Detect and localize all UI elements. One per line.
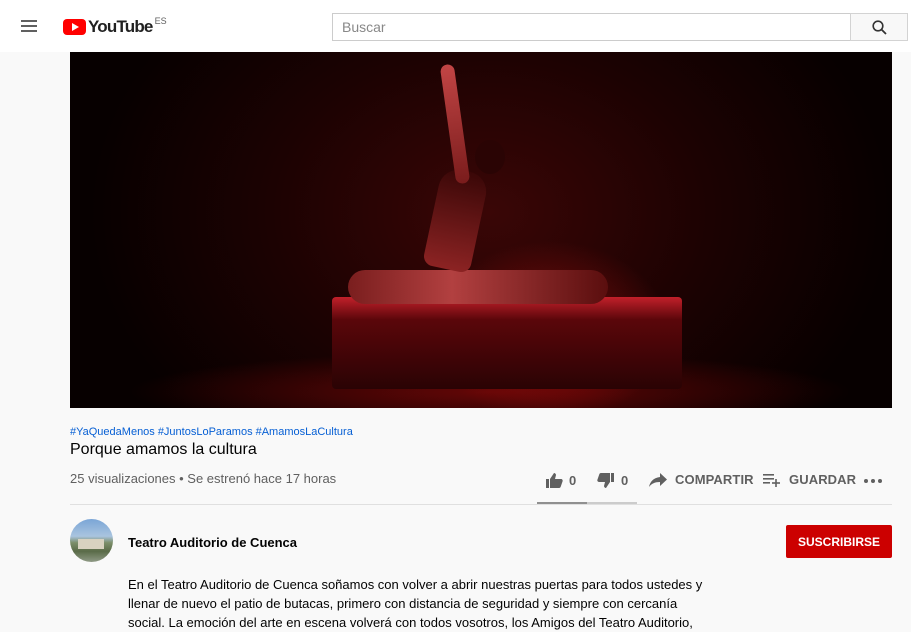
save-label: GUARDAR [789, 472, 857, 487]
thumb-down-icon [597, 473, 614, 488]
search-box [332, 13, 851, 41]
channel-name[interactable]: Teatro Auditorio de Cuenca [128, 535, 297, 550]
stage-platform [332, 297, 682, 389]
dancer-head [475, 140, 505, 174]
share-label: COMPARTIR [675, 472, 754, 487]
youtube-play-icon [63, 19, 86, 35]
share-button[interactable]: COMPARTIR [649, 472, 754, 487]
search-input[interactable] [333, 14, 851, 40]
dancer-arm [439, 63, 471, 185]
premiere-date: Se estrenó hace 17 horas [187, 471, 337, 486]
subscribe-button[interactable]: SUSCRIBIRSE [786, 525, 892, 558]
like-count: 0 [569, 473, 577, 488]
dislike-count: 0 [621, 473, 629, 488]
dislike-button[interactable]: 0 [597, 472, 628, 489]
masthead: YouTube ES [0, 0, 911, 52]
like-button[interactable]: 0 [545, 472, 576, 489]
country-code: ES [154, 16, 167, 26]
save-button[interactable]: GUARDAR [763, 472, 856, 487]
search-icon [872, 20, 887, 35]
search-button[interactable] [850, 13, 908, 41]
thumb-up-icon [546, 473, 563, 488]
hashtag-link[interactable]: #JuntosLoParamos [158, 426, 253, 438]
hashtags: #YaQuedaMenos #JuntosLoParamos #AmamosLa… [70, 426, 353, 438]
hashtag-link[interactable]: #AmamosLaCultura [256, 426, 353, 438]
channel-avatar[interactable] [70, 519, 113, 562]
hamburger-menu-icon[interactable] [16, 14, 40, 38]
view-count: 25 visualizaciones [70, 471, 176, 486]
video-title: Porque amamos la cultura [70, 441, 257, 458]
video-player[interactable] [70, 52, 892, 408]
video-description: En el Teatro Auditorio de Cuenca soñamos… [128, 577, 703, 630]
dancer-torso [422, 166, 490, 274]
playlist-add-icon [763, 473, 780, 487]
video-meta: 25 visualizaciones • Se estrenó hace 17 … [70, 471, 337, 486]
share-arrow-icon [649, 472, 667, 487]
youtube-logo[interactable]: YouTube ES [63, 16, 167, 37]
more-actions-button[interactable] [863, 472, 883, 486]
logo-text: YouTube [88, 17, 153, 36]
dancer-lying [348, 270, 608, 304]
hashtag-link[interactable]: #YaQuedaMenos [70, 426, 155, 438]
more-horizontal-icon [864, 479, 882, 483]
divider [70, 504, 892, 505]
